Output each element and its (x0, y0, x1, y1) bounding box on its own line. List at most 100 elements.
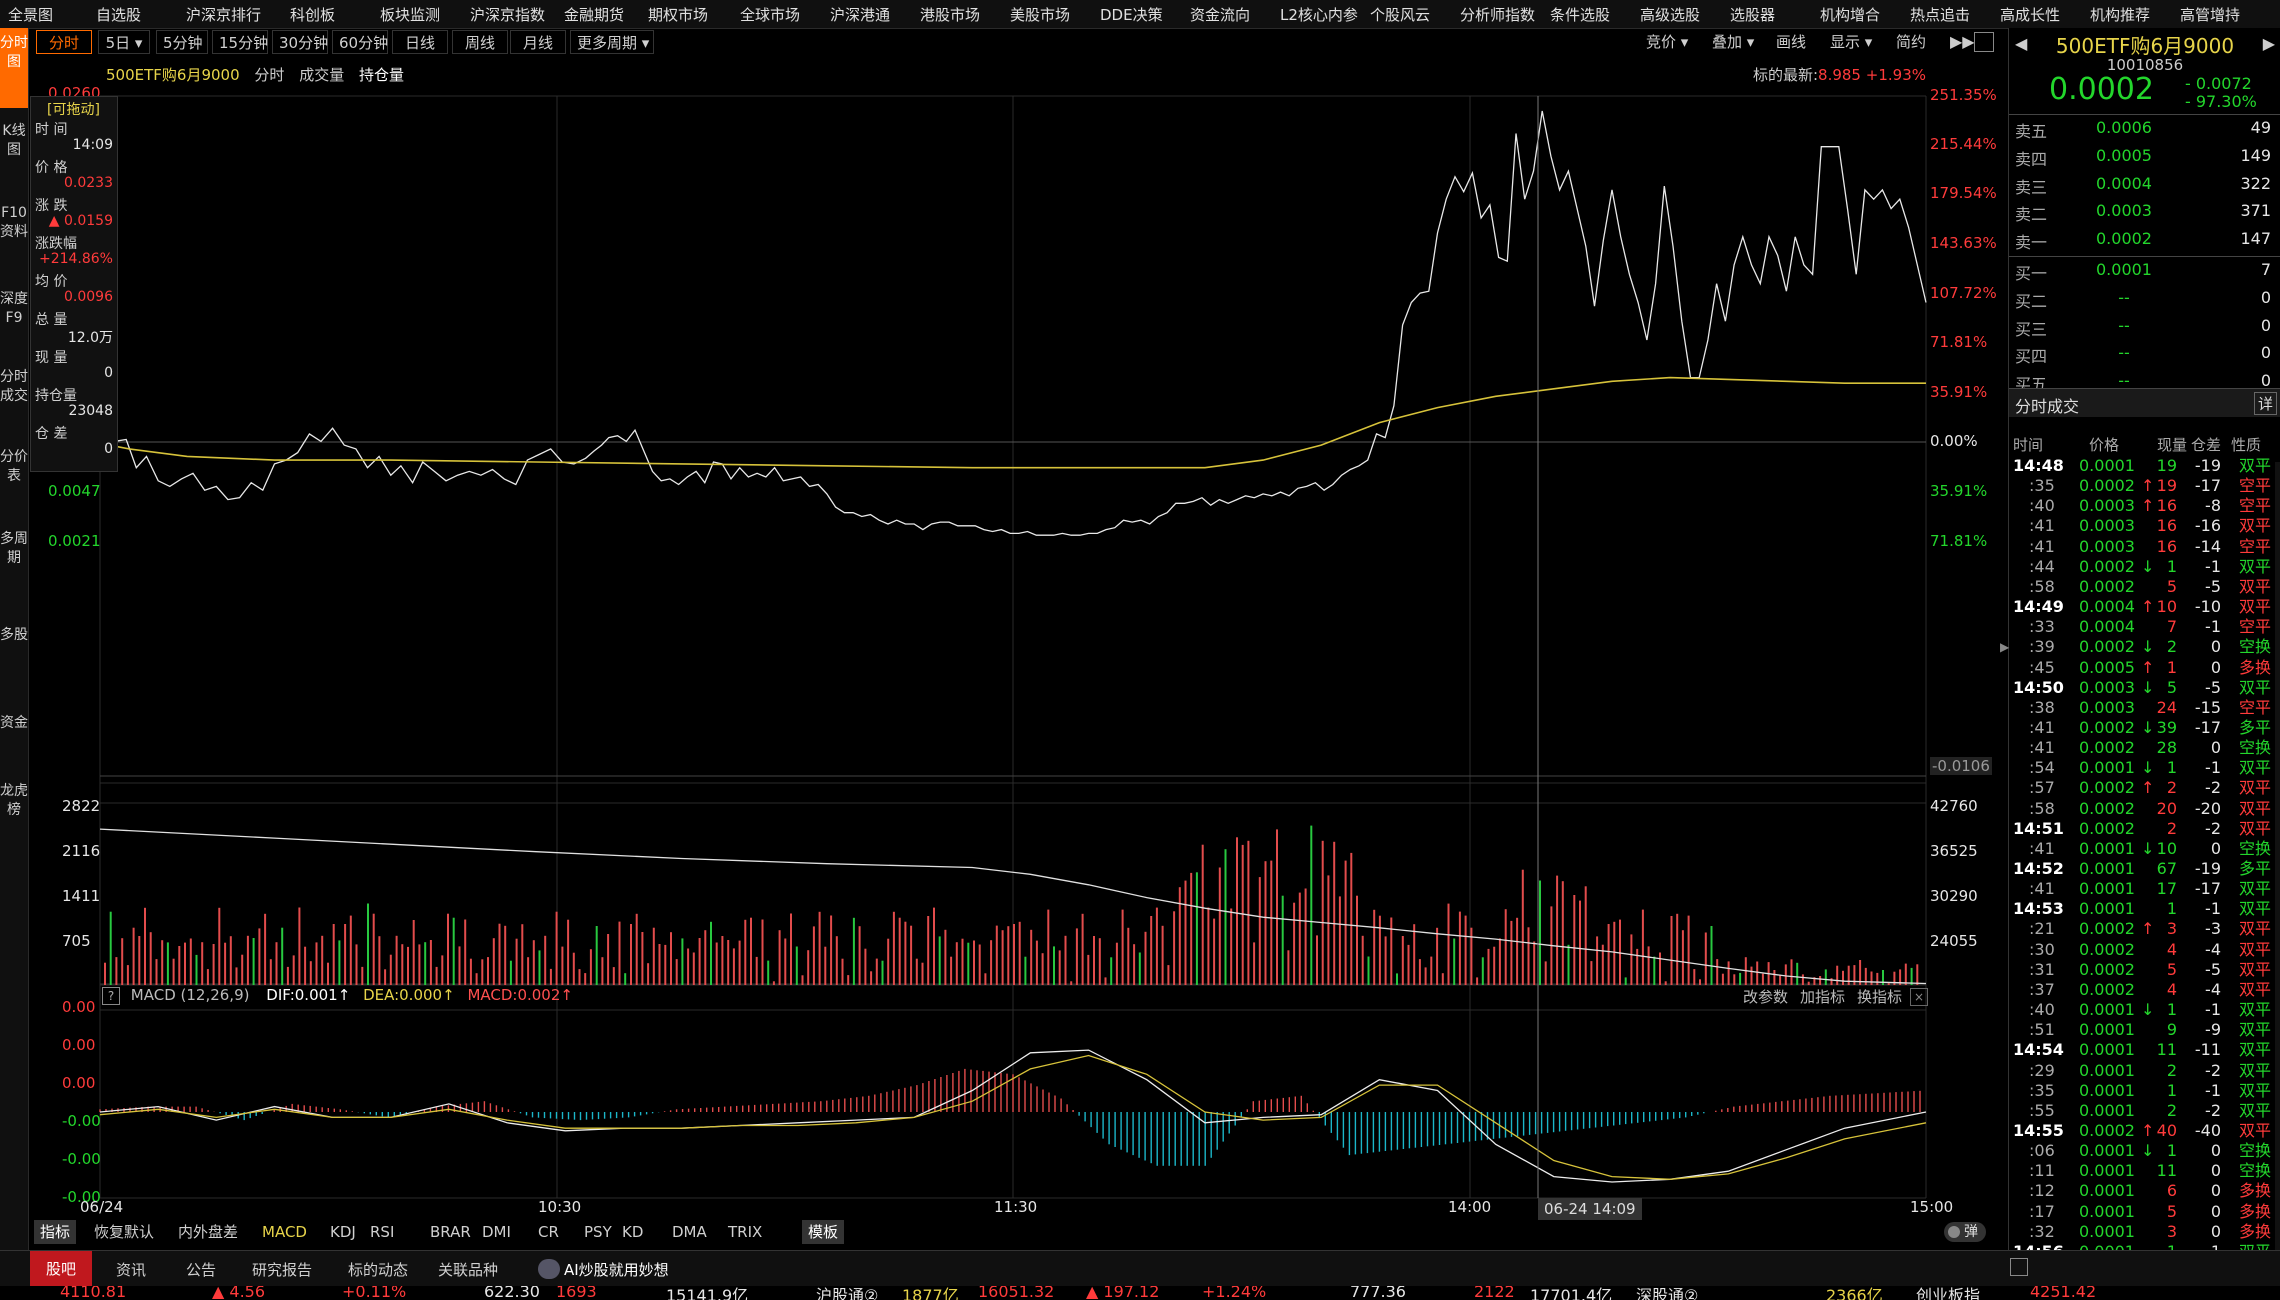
trade-row[interactable]: :30 0.0002 4 -4 双平 (2009, 940, 2280, 960)
volume-bar (166, 942, 169, 985)
ask-row[interactable]: 卖二 0.0003 371 (2009, 201, 2280, 228)
trade-row[interactable]: :29 0.0001 2 -2 双平 (2009, 1061, 2280, 1081)
bid-row[interactable]: 买二 -- 0 (2009, 288, 2280, 315)
menu-item[interactable]: 高管增持 (2180, 4, 2240, 25)
indicator-tab[interactable]: MACD (256, 1220, 313, 1244)
trade-row[interactable]: :32 0.0001 3 0 多换 (2009, 1222, 2280, 1242)
trade-row[interactable]: :21 0.0002 ↑ 3 -3 双平 (2009, 919, 2280, 939)
trade-row[interactable]: :45 0.0005 ↑ 1 0 多换 (2009, 658, 2280, 678)
trade-row[interactable]: :12 0.0001 6 0 多换 (2009, 1181, 2280, 1201)
indicator-tab[interactable]: PSY (578, 1220, 618, 1244)
bottom-tab[interactable]: 公告 (186, 1259, 216, 1280)
menu-item[interactable]: 高成长性 (2000, 4, 2060, 25)
indicator-tab[interactable]: BRAR (424, 1220, 477, 1244)
main-chart[interactable] (0, 0, 2005, 1250)
trades-header-cell: 性质 (2231, 436, 2262, 454)
trade-row[interactable]: :40 0.0003 ↑ 16 -8 空平 (2009, 496, 2280, 516)
trade-time: :30 (2029, 939, 2055, 959)
trade-row[interactable]: :38 0.0003 24 -15 空平 (2009, 698, 2280, 718)
bottom-tab[interactable]: AI炒股就用妙想 (564, 1259, 669, 1280)
panel-splitter[interactable]: ▶ (2000, 640, 2009, 668)
trade-row[interactable]: :41 0.0001 17 -17 双平 (2009, 879, 2280, 899)
trade-row[interactable]: :11 0.0001 11 0 空换 (2009, 1161, 2280, 1181)
indicator-tab[interactable]: CR (532, 1220, 565, 1244)
bid-row[interactable]: 买四 -- 0 (2009, 343, 2280, 370)
trade-row[interactable]: :17 0.0001 5 0 多换 (2009, 1202, 2280, 1222)
ai-assistant-icon[interactable] (538, 1259, 560, 1279)
ask-row[interactable]: 卖一 0.0002 147 (2009, 229, 2280, 256)
trade-row[interactable]: :39 0.0002 ↓ 2 0 空换 (2009, 637, 2280, 657)
macd-action-link[interactable]: 加指标 (1800, 988, 1845, 1006)
indicator-tab[interactable]: TRIX (722, 1220, 768, 1244)
trade-volume: 5 (2166, 1201, 2177, 1221)
indicator-tab[interactable]: KDJ (324, 1220, 362, 1244)
trade-row[interactable]: 14:53 0.0001 1 -1 双平 (2009, 899, 2280, 919)
macd-help-icon[interactable]: ? (102, 987, 120, 1005)
trade-row[interactable]: :58 0.0002 5 -5 双平 (2009, 577, 2280, 597)
trade-row[interactable]: :31 0.0002 5 -5 双平 (2009, 960, 2280, 980)
trade-row[interactable]: :55 0.0001 2 -2 双平 (2009, 1101, 2280, 1121)
trade-row[interactable]: 14:48 0.0001 19 -19 双平 (2009, 456, 2280, 476)
trade-row[interactable]: :41 0.0002 ↓ 39 -17 多平 (2009, 718, 2280, 738)
trade-row[interactable]: 14:51 0.0002 2 -2 双平 (2009, 819, 2280, 839)
indicator-tab[interactable]: RSI (364, 1220, 400, 1244)
ob-volume: 149 (2240, 145, 2271, 165)
indicator-tab[interactable]: DMA (666, 1220, 713, 1244)
trade-row[interactable]: :54 0.0001 ↓ 1 -1 双平 (2009, 758, 2280, 778)
bottom-tab[interactable]: 关联品种 (438, 1259, 498, 1280)
trade-arrow: ↑ (2141, 657, 2155, 677)
ask-row[interactable]: 卖四 0.0005 149 (2009, 146, 2280, 173)
volume-bar (1161, 925, 1164, 985)
trade-row[interactable]: :06 0.0001 ↓ 1 0 空换 (2009, 1141, 2280, 1161)
trade-row[interactable]: :44 0.0002 ↓ 1 -1 双平 (2009, 557, 2280, 577)
trades-scrollbar[interactable] (2275, 462, 2280, 1252)
bid-row[interactable]: 买三 -- 0 (2009, 316, 2280, 343)
indicator-tab[interactable]: 模板 (802, 1220, 845, 1244)
trade-row[interactable]: 14:55 0.0002 ↑ 40 -40 双平 (2009, 1121, 2280, 1141)
bottom-tab[interactable]: 研究报告 (252, 1259, 312, 1280)
trade-row[interactable]: :41 0.0003 16 -14 空平 (2009, 537, 2280, 557)
indicator-tab[interactable]: 内外盘差 (172, 1220, 244, 1244)
trade-row[interactable]: 14:54 0.0001 11 -11 双平 (2009, 1040, 2280, 1060)
indicator-tab[interactable]: KD (616, 1220, 649, 1244)
menu-item[interactable]: 机构推荐 (2090, 4, 2150, 25)
trade-row[interactable]: :58 0.0002 20 -20 双平 (2009, 799, 2280, 819)
volume-bar (258, 928, 261, 985)
indicator-tab[interactable]: 指标 (34, 1220, 77, 1244)
volume-bar (1104, 977, 1107, 985)
trade-row[interactable]: :35 0.0002 ↑ 19 -17 空平 (2009, 476, 2280, 496)
trade-row[interactable]: :35 0.0001 1 -1 双平 (2009, 1081, 2280, 1101)
trade-row[interactable]: :51 0.0001 9 -9 双平 (2009, 1020, 2280, 1040)
macd-action-link[interactable]: 换指标 (1857, 988, 1902, 1006)
trade-row[interactable]: :41 0.0001 ↓ 10 0 空换 (2009, 839, 2280, 859)
trade-row[interactable]: :33 0.0004 7 -1 空平 (2009, 617, 2280, 637)
bottom-tab[interactable]: 标的动态 (348, 1259, 408, 1280)
bottom-tab[interactable]: 股吧 (30, 1251, 93, 1287)
ask-row[interactable]: 卖三 0.0004 322 (2009, 174, 2280, 201)
trade-time: :39 (2029, 637, 2055, 657)
indicator-tab[interactable]: 恢复默认 (88, 1220, 160, 1244)
trades-detail-button[interactable]: 详 (2253, 392, 2277, 415)
crosshair-info-box[interactable]: [可拖动] 时 间 14:09 价 格 0.0233 涨 跌 ▲ 0.0159 涨跌幅 +21… (30, 96, 118, 472)
macd-close-icon[interactable]: × (1910, 988, 1928, 1006)
trade-row[interactable]: :41 0.0002 28 0 空换 (2009, 738, 2280, 758)
volume-bar (1516, 917, 1519, 985)
volume-bar (1876, 972, 1879, 985)
chart-grid (99, 95, 1927, 1199)
bottom-export-icon[interactable] (2010, 1258, 2028, 1276)
trade-row[interactable]: 14:49 0.0004 ↑ 10 -10 双平 (2009, 597, 2280, 617)
trade-row[interactable]: 14:50 0.0003 ↓ 5 -5 双平 (2009, 678, 2280, 698)
trade-row[interactable]: :37 0.0002 4 -4 双平 (2009, 980, 2280, 1000)
bottom-tab[interactable]: 资讯 (116, 1259, 146, 1280)
ob-volume: 0 (2260, 287, 2271, 307)
trade-row[interactable]: :40 0.0001 ↓ 1 -1 双平 (2009, 1000, 2280, 1020)
popup-toggle[interactable]: 弹 (1944, 1222, 1986, 1242)
macd-action-link[interactable]: 改参数 (1743, 988, 1788, 1006)
trade-row[interactable]: 14:52 0.0001 67 -19 多平 (2009, 859, 2280, 879)
trade-row[interactable]: :57 0.0002 ↑ 2 -2 双平 (2009, 778, 2280, 798)
bid-row[interactable]: 买一 0.0001 7 (2009, 260, 2280, 287)
ask-row[interactable]: 卖五 0.0006 49 (2009, 118, 2280, 145)
indicator-tab[interactable]: DMI (476, 1220, 517, 1244)
trade-row[interactable]: :41 0.0003 16 -16 双平 (2009, 516, 2280, 536)
info-drag-title[interactable]: [可拖动] (47, 99, 100, 119)
